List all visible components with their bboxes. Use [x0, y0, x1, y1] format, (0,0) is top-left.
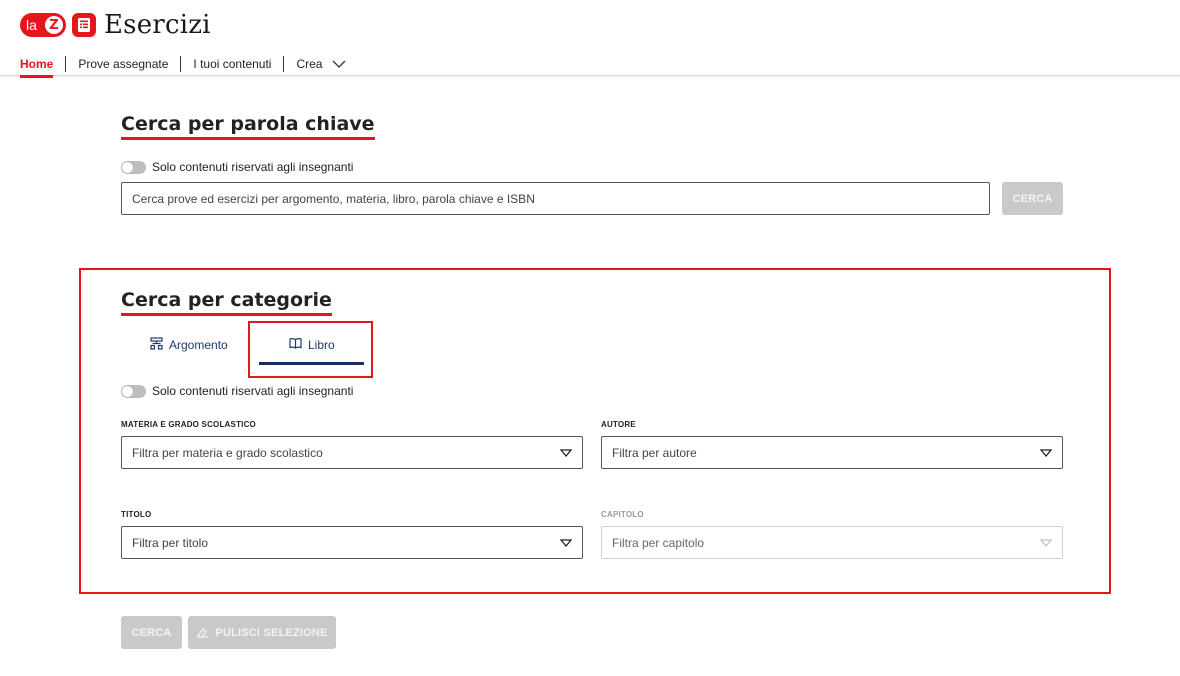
nav-crea[interactable]: Crea	[283, 56, 358, 72]
app-title: Esercizi	[104, 10, 211, 40]
materia-label: MATERIA E GRADO SCOLASTICO	[121, 420, 256, 429]
caret-down-icon	[1039, 536, 1053, 550]
sitemap-icon	[150, 337, 169, 353]
nav-crea-label: Crea	[296, 57, 323, 71]
heading-underline	[121, 313, 332, 316]
keyword-toggle-label: Solo contenuti riservati agli insegnanti	[152, 160, 354, 174]
capitolo-label: CAPITOLO	[601, 510, 644, 519]
book-open-icon	[289, 337, 308, 352]
nav-prove-assegnate[interactable]: Prove assegnate	[65, 56, 180, 72]
category-search-button[interactable]: CERCA	[121, 616, 182, 649]
keyword-search-input[interactable]	[121, 182, 990, 215]
tab-libro-label: Libro	[308, 337, 335, 352]
category-toggle-label: Solo contenuti riservati agli insegnanti	[152, 384, 354, 398]
caret-down-icon	[1039, 446, 1053, 460]
category-heading-text: Cerca per categorie	[121, 289, 332, 311]
keyword-heading-text: Cerca per parola chiave	[121, 113, 375, 135]
autore-label: AUTORE	[601, 420, 636, 429]
active-tab-indicator	[259, 362, 364, 365]
tab-libro[interactable]: Libro	[289, 337, 335, 352]
logo-la-text: la	[26, 17, 37, 33]
nav-home[interactable]: Home	[20, 56, 65, 78]
keyword-teacher-toggle-row: Solo contenuti riservati agli insegnanti	[121, 160, 353, 174]
materia-select[interactable]: Filtra per materia e grado scolastico	[121, 436, 583, 469]
tab-argomento-label: Argomento	[169, 338, 228, 352]
eraser-icon	[196, 627, 209, 638]
nav-tuoi-contenuti-label: I tuoi contenuti	[193, 57, 272, 71]
main-nav: Home Prove assegnate I tuoi contenuti Cr…	[20, 53, 358, 78]
keyword-teacher-toggle[interactable]	[121, 160, 146, 174]
keyword-section-heading: Cerca per parola chiave	[121, 113, 375, 140]
nav-home-label: Home	[20, 57, 54, 71]
caret-down-icon	[559, 536, 573, 550]
materia-placeholder: Filtra per materia e grado scolastico	[132, 445, 323, 460]
caret-down-icon	[559, 446, 573, 460]
clear-selection-button[interactable]: PULISCI SELEZIONE	[188, 616, 336, 649]
autore-placeholder: Filtra per autore	[612, 445, 697, 460]
heading-underline	[121, 137, 375, 140]
app-header: la Z Esercizi Home Prove assegnate I tuo…	[0, 0, 1180, 78]
keyword-search-button[interactable]: CERCA	[1002, 182, 1063, 215]
category-section-heading: Cerca per categorie	[121, 289, 332, 316]
toggle-knob	[122, 161, 133, 173]
exercise-app-icon	[72, 13, 96, 37]
toggle-knob	[122, 385, 133, 397]
category-search-button-label: CERCA	[131, 626, 172, 639]
category-teacher-toggle-row: Solo contenuti riservati agli insegnanti	[121, 384, 353, 398]
titolo-select[interactable]: Filtra per titolo	[121, 526, 583, 559]
la-z-logo[interactable]: la Z	[20, 13, 66, 37]
category-teacher-toggle[interactable]	[121, 384, 146, 398]
logo[interactable]: la Z Esercizi	[20, 10, 211, 40]
nav-tuoi-contenuti[interactable]: I tuoi contenuti	[180, 56, 283, 72]
autore-select[interactable]: Filtra per autore	[601, 436, 1063, 469]
titolo-label: TITOLO	[121, 510, 152, 519]
keyword-search-button-label: CERCA	[1012, 192, 1053, 205]
titolo-placeholder: Filtra per titolo	[132, 535, 209, 550]
capitolo-placeholder: Filtra per capitolo	[612, 535, 705, 550]
capitolo-select[interactable]: Filtra per capitolo	[601, 526, 1063, 559]
nav-prove-assegnate-label: Prove assegnate	[78, 57, 169, 71]
tab-argomento[interactable]: Argomento	[150, 337, 228, 353]
logo-z-text: Z	[45, 16, 63, 34]
chevron-down-icon	[332, 57, 346, 71]
clear-selection-button-label: PULISCI SELEZIONE	[215, 626, 328, 639]
